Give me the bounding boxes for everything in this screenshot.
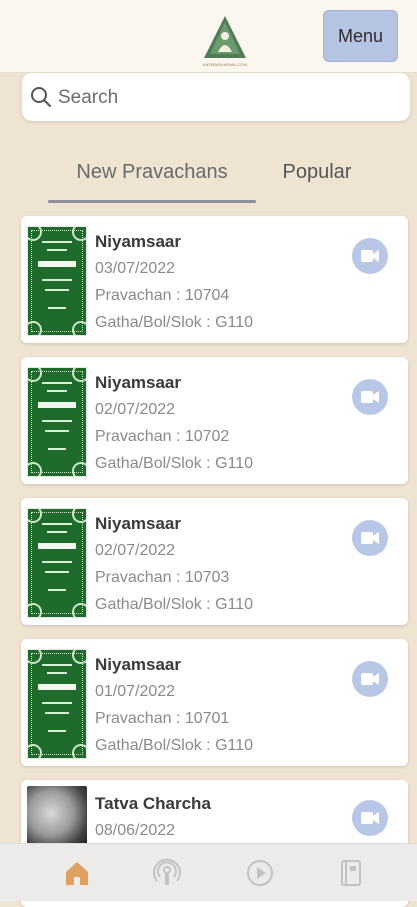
card-pravachan-number: Pravachan : 10701 bbox=[95, 710, 230, 727]
pravachan-card[interactable]: Niyamsaar 01/07/2022 Pravachan : 10701 G… bbox=[21, 639, 408, 766]
book-icon bbox=[341, 860, 361, 886]
card-gatha: Gatha/Bol/Slok : G110 bbox=[95, 314, 254, 331]
video-camera-icon bbox=[361, 391, 379, 403]
app-header: AATMADHARMA.COM Menu bbox=[0, 0, 417, 73]
aatmadharma-logo[interactable]: AATMADHARMA.COM bbox=[198, 14, 252, 70]
bottom-navigation bbox=[0, 843, 417, 901]
search-bar[interactable] bbox=[22, 73, 410, 121]
card-date: 08/06/2022 bbox=[95, 822, 176, 839]
card-title: Niyamsaar bbox=[95, 373, 182, 392]
card-title: Niyamsaar bbox=[95, 232, 182, 251]
logo-icon bbox=[204, 16, 246, 58]
tab-popular[interactable]: Popular bbox=[262, 150, 372, 194]
tab-bar: New Pravachans Popular bbox=[0, 150, 417, 206]
video-camera-icon bbox=[361, 812, 379, 824]
video-button[interactable] bbox=[352, 800, 388, 836]
card-pravachan-number: Pravachan : 10704 bbox=[95, 287, 230, 304]
active-tab-indicator bbox=[48, 200, 256, 203]
pravachan-card[interactable]: Niyamsaar 02/07/2022 Pravachan : 10702 G… bbox=[21, 357, 408, 484]
card-date: 03/07/2022 bbox=[95, 260, 176, 277]
card-title: Niyamsaar bbox=[95, 655, 182, 674]
video-camera-icon bbox=[361, 532, 379, 544]
logo-text: AATMADHARMA.COM bbox=[202, 62, 248, 67]
card-pravachan-number: Pravachan : 10703 bbox=[95, 569, 230, 586]
card-gatha: Gatha/Bol/Slok : G110 bbox=[95, 737, 254, 754]
card-date: 02/07/2022 bbox=[95, 401, 176, 418]
video-button[interactable] bbox=[352, 379, 388, 415]
book-cover-thumbnail bbox=[27, 226, 87, 336]
book-cover-thumbnail bbox=[27, 367, 87, 477]
video-button[interactable] bbox=[352, 661, 388, 697]
nav-home[interactable] bbox=[62, 858, 92, 888]
speaker-photo-thumbnail bbox=[27, 786, 87, 846]
nav-play[interactable] bbox=[245, 858, 275, 888]
nav-podcast[interactable] bbox=[152, 858, 182, 888]
card-title: Tatva Charcha bbox=[95, 794, 211, 813]
search-icon bbox=[31, 87, 51, 107]
home-icon bbox=[66, 862, 88, 885]
tab-new-pravachans[interactable]: New Pravachans bbox=[48, 150, 256, 194]
video-camera-icon bbox=[361, 250, 379, 262]
video-button[interactable] bbox=[352, 520, 388, 556]
card-date: 01/07/2022 bbox=[95, 683, 176, 700]
search-input[interactable] bbox=[56, 83, 400, 113]
nav-library[interactable] bbox=[336, 858, 366, 888]
card-gatha: Gatha/Bol/Slok : G110 bbox=[95, 596, 254, 613]
book-cover-thumbnail bbox=[27, 508, 87, 618]
menu-button[interactable]: Menu bbox=[323, 10, 398, 62]
podcast-icon bbox=[153, 858, 181, 885]
book-cover-thumbnail bbox=[27, 649, 87, 759]
play-icon bbox=[247, 860, 273, 886]
card-title: Niyamsaar bbox=[95, 514, 182, 533]
card-pravachan-number: Pravachan : 10702 bbox=[95, 428, 230, 445]
card-date: 02/07/2022 bbox=[95, 542, 176, 559]
card-gatha: Gatha/Bol/Slok : G110 bbox=[95, 455, 254, 472]
video-camera-icon bbox=[361, 673, 379, 685]
video-button[interactable] bbox=[352, 238, 388, 274]
pravachan-card[interactable]: Niyamsaar 03/07/2022 Pravachan : 10704 G… bbox=[21, 216, 408, 343]
pravachan-card[interactable]: Niyamsaar 02/07/2022 Pravachan : 10703 G… bbox=[21, 498, 408, 625]
